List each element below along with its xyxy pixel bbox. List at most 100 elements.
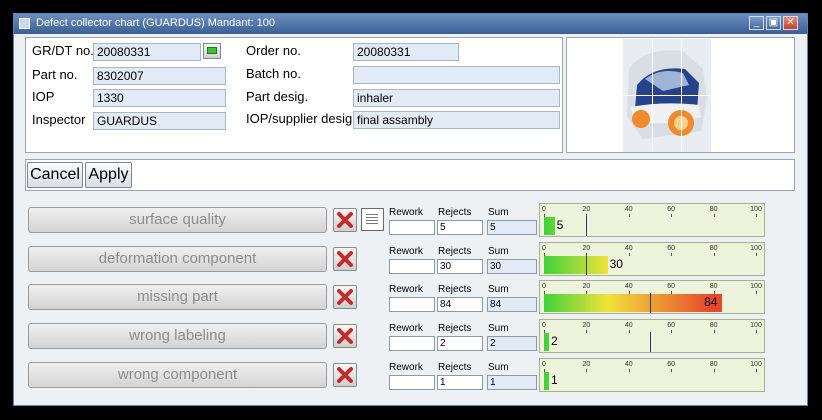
cancel-button[interactable]: Cancel bbox=[27, 162, 83, 188]
gauge-tick bbox=[756, 291, 757, 294]
gauge-tick bbox=[756, 369, 757, 372]
gauge-tick-label: 60 bbox=[667, 245, 676, 252]
gauge-tick-label: 80 bbox=[709, 322, 718, 329]
gauge-value: 84 bbox=[704, 295, 718, 309]
note-button[interactable] bbox=[361, 208, 384, 231]
header-info-panel: GR/DT no. 20080331 Part no. 8302007 IOP … bbox=[25, 37, 563, 153]
gauge-tick-label: 0 bbox=[542, 322, 546, 329]
defect-button[interactable]: wrong component bbox=[28, 362, 327, 388]
gauge-bar bbox=[544, 333, 549, 351]
gauge-tick-label: 40 bbox=[624, 361, 633, 368]
rework-input[interactable] bbox=[389, 336, 435, 351]
iop-supplier-desig-field[interactable]: final assambly bbox=[353, 111, 560, 129]
defect-gauge: 0 20 40 60 80 100 84 bbox=[539, 280, 765, 314]
rejects-label: Rejects bbox=[438, 323, 472, 334]
gauge-tick bbox=[671, 253, 673, 256]
sum-field: 30 bbox=[487, 259, 537, 274]
delete-x-icon bbox=[337, 212, 353, 228]
gauge-tick-label: 20 bbox=[582, 283, 591, 290]
rejects-input[interactable]: 2 bbox=[437, 336, 483, 351]
part-desig-label: Part desig. bbox=[246, 89, 309, 104]
gauge-tick-label: 100 bbox=[750, 206, 762, 213]
gauge-value: 1 bbox=[551, 373, 558, 387]
gauge-tick-label: 0 bbox=[542, 206, 546, 213]
apply-button[interactable]: Apply bbox=[85, 162, 132, 188]
grdt-field[interactable]: 20080331 bbox=[93, 43, 201, 61]
delete-defect-button[interactable] bbox=[333, 208, 357, 232]
rework-input[interactable] bbox=[389, 220, 435, 235]
gauge-value: 2 bbox=[551, 334, 558, 348]
title-bar[interactable]: Defect collector chart (GUARDUS) Mandant… bbox=[14, 14, 807, 34]
delete-x-icon bbox=[337, 367, 353, 383]
batch-no-label: Batch no. bbox=[246, 66, 301, 81]
delete-defect-button[interactable] bbox=[333, 363, 357, 387]
gauge-tick bbox=[713, 369, 715, 372]
restore-button[interactable]: ▣ bbox=[766, 16, 781, 30]
gauge-tick bbox=[586, 330, 588, 333]
sum-field: 84 bbox=[487, 297, 537, 312]
defect-button[interactable]: deformation component bbox=[28, 246, 327, 272]
delete-defect-button[interactable] bbox=[333, 285, 357, 309]
rework-input[interactable] bbox=[389, 259, 435, 274]
grdt-go-button[interactable] bbox=[203, 43, 221, 59]
rejects-label: Rejects bbox=[438, 284, 472, 295]
defect-gauge: 0 20 40 60 80 100 1 bbox=[539, 358, 765, 392]
gauge-tick bbox=[713, 330, 715, 333]
app-icon bbox=[19, 18, 30, 29]
delete-defect-button[interactable] bbox=[333, 324, 357, 348]
gauge-tick-label: 40 bbox=[624, 206, 633, 213]
gauge-tick bbox=[713, 214, 715, 217]
order-no-field[interactable]: 20080331 bbox=[353, 43, 459, 61]
gauge-bar bbox=[544, 217, 555, 235]
gauge-tick-label: 40 bbox=[624, 283, 633, 290]
gauge-tick-label: 60 bbox=[667, 322, 676, 329]
action-bar: Cancel Apply bbox=[25, 159, 795, 191]
gauge-tick bbox=[671, 369, 673, 372]
batch-no-field[interactable] bbox=[353, 66, 560, 84]
rework-input[interactable] bbox=[389, 297, 435, 312]
gauge-tick-label: 100 bbox=[750, 361, 762, 368]
iop-field[interactable]: 1330 bbox=[93, 89, 226, 107]
sum-field: 1 bbox=[487, 375, 537, 390]
gauge-tick-label: 80 bbox=[709, 245, 718, 252]
sum-label: Sum bbox=[488, 246, 509, 257]
defect-row: wrong component Rework Rejects Sum 1 1 0 20 40 60… bbox=[25, 358, 765, 392]
minimize-button[interactable]: _ bbox=[749, 16, 764, 30]
gauge-tick bbox=[713, 253, 715, 256]
defect-row: deformation component Rework Rejects Sum 30 3… bbox=[25, 242, 765, 276]
delete-x-icon bbox=[337, 289, 353, 305]
gauge-tick bbox=[628, 369, 630, 372]
gauge-tick-label: 40 bbox=[624, 322, 633, 329]
gauge-bar bbox=[544, 294, 723, 312]
gauge-tick bbox=[756, 214, 757, 217]
part-no-field[interactable]: 8302007 bbox=[93, 67, 226, 85]
rework-input[interactable] bbox=[389, 375, 435, 390]
rejects-input[interactable]: 30 bbox=[437, 259, 483, 274]
order-no-label: Order no. bbox=[246, 43, 301, 58]
rejects-input[interactable]: 1 bbox=[437, 375, 483, 390]
part-no-label: Part no. bbox=[32, 67, 78, 82]
rejects-label: Rejects bbox=[438, 362, 472, 373]
rejects-input[interactable]: 84 bbox=[437, 297, 483, 312]
gauge-bar bbox=[544, 372, 549, 390]
close-button[interactable]: ✕ bbox=[783, 16, 798, 30]
rejects-label: Rejects bbox=[438, 246, 472, 257]
rejects-input[interactable]: 5 bbox=[437, 220, 483, 235]
inspector-field[interactable]: GUARDUS bbox=[93, 112, 226, 130]
defect-gauge: 0 20 40 60 80 100 5 bbox=[539, 203, 765, 237]
gauge-tick-label: 0 bbox=[542, 283, 546, 290]
gauge-tick bbox=[756, 253, 757, 256]
gauge-limit-marker bbox=[586, 216, 588, 236]
part-image-panel bbox=[566, 37, 795, 153]
gauge-tick bbox=[671, 214, 673, 217]
gauge-tick bbox=[586, 369, 588, 372]
defect-button[interactable]: surface quality bbox=[28, 207, 327, 233]
delete-defect-button[interactable] bbox=[333, 247, 357, 271]
gauge-value: 30 bbox=[609, 257, 623, 271]
defect-button[interactable]: missing part bbox=[28, 284, 327, 310]
gauge-tick bbox=[628, 253, 630, 256]
arrow-icon bbox=[207, 47, 217, 54]
part-desig-field[interactable]: inhaler bbox=[353, 89, 560, 107]
gauge-tick-label: 80 bbox=[709, 283, 718, 290]
defect-button[interactable]: wrong labeling bbox=[28, 323, 327, 349]
